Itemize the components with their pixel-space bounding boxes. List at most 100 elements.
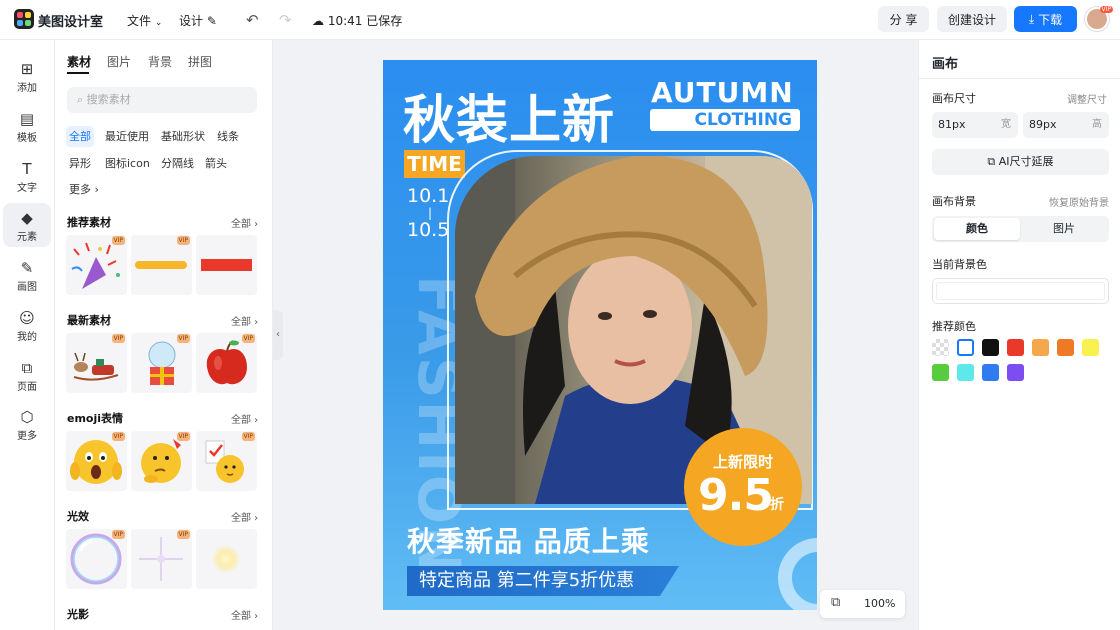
asset-party-popper[interactable]: VIP xyxy=(66,235,127,295)
zoom-level[interactable]: 100% xyxy=(864,597,895,610)
color-swatch[interactable] xyxy=(957,339,974,356)
asset-sparkle[interactable]: VIP xyxy=(131,529,192,589)
section-title-latest: 最新素材 xyxy=(67,314,111,327)
height-input[interactable]: 89px 高 xyxy=(1023,112,1109,138)
undo-icon[interactable]: ↶ xyxy=(246,11,259,29)
seg-image[interactable]: 图片 xyxy=(1021,218,1107,240)
chip-icons[interactable]: 图标icon xyxy=(102,153,153,174)
section-all-recommended[interactable]: 全部 › xyxy=(231,215,258,230)
asset-sleigh[interactable]: VIP xyxy=(66,333,127,393)
rail-item-template[interactable]: ▤ 模板 xyxy=(3,104,51,148)
asset-red-bar[interactable] xyxy=(196,235,257,295)
rail-item-text[interactable]: T 文字 xyxy=(3,154,51,198)
color-swatch[interactable] xyxy=(957,364,974,381)
section-all-latest[interactable]: 全部 › xyxy=(231,313,258,328)
download-button[interactable]: ⤓ 下载 xyxy=(1014,6,1077,32)
text-icon: T xyxy=(22,160,32,178)
discount-badge[interactable]: 上新限时 9.5 折 xyxy=(684,428,802,546)
poster-promo[interactable]: 特定商品 第二件享5折优惠 xyxy=(407,566,679,596)
asset-emoji-scared[interactable]: VIP xyxy=(66,431,127,491)
chip-recent[interactable]: 最近使用 xyxy=(102,126,152,147)
canvas-poster[interactable]: 秋装上新 AUTUMN CLOTHING TIME 10.1 | 10.5 FA… xyxy=(383,60,817,610)
search-input[interactable]: ⌕ 搜索素材 xyxy=(67,87,257,113)
color-swatch[interactable] xyxy=(1007,364,1024,381)
tab-collage[interactable]: 拼图 xyxy=(188,53,212,70)
section-all-emoji[interactable]: 全部 › xyxy=(231,411,258,426)
chip-dividers[interactable]: 分隔线 xyxy=(158,153,197,174)
zoom-control[interactable]: ⧉ 100% xyxy=(820,590,905,618)
app-logo-icon[interactable] xyxy=(14,9,34,29)
ai-resize-icon: ⧉ xyxy=(987,155,996,168)
chevron-left-icon: ‹ xyxy=(276,329,280,340)
file-menu[interactable]: 文件 ⌄ xyxy=(127,12,162,29)
vip-badge: VIP xyxy=(241,432,255,441)
asset-bubble[interactable]: VIP xyxy=(66,529,127,589)
discount-badge-unit: 折 xyxy=(770,497,784,513)
poster-slogan[interactable]: 秋季新品 品质上乘 xyxy=(407,520,650,560)
color-swatch[interactable] xyxy=(1032,339,1049,356)
page-add-icon: ⧉ xyxy=(21,359,33,377)
color-swatch[interactable] xyxy=(982,339,999,356)
color-swatch[interactable] xyxy=(1082,339,1099,356)
color-swatch[interactable] xyxy=(1057,339,1074,356)
section-all-light-shadow[interactable]: 全部 › xyxy=(231,607,258,622)
restore-bg-link[interactable]: 恢复原始背景 xyxy=(1049,194,1109,209)
canvas-size-label: 画布尺寸 xyxy=(932,92,976,105)
section-title-light-effects: 光效 xyxy=(67,510,89,523)
save-status: ☁ 10:41 已保存 xyxy=(312,14,403,28)
app-name[interactable]: 美图设计室 xyxy=(38,11,103,30)
rail-item-mine[interactable]: ☺ 我的 xyxy=(3,303,51,347)
decorative-ring[interactable] xyxy=(778,538,817,610)
asset-apple[interactable]: VIP xyxy=(196,333,257,393)
share-button[interactable]: 分 享 xyxy=(878,6,929,32)
chip-more[interactable]: 更多 › xyxy=(66,179,102,200)
collapse-panel-handle[interactable]: ‹ xyxy=(273,310,283,360)
color-swatch[interactable] xyxy=(1007,339,1024,356)
top-bar: 美图设计室 文件 ⌄ 设计 ✎ ↶ ↷ ☁ 10:41 已保存 分 享 创建设计… xyxy=(0,0,1120,40)
color-swatch[interactable] xyxy=(932,364,949,381)
layers-icon[interactable]: ⧉ xyxy=(831,595,840,610)
rail-item-add[interactable]: ⊞ 添加 xyxy=(3,54,51,98)
ai-size-extend-button[interactable]: ⧉ AI尺寸延展 xyxy=(932,149,1109,175)
create-design-button[interactable]: 创建设计 xyxy=(937,6,1007,32)
vip-badge: VIP xyxy=(176,530,190,539)
avatar[interactable]: VIP xyxy=(1085,6,1113,31)
chip-all[interactable]: 全部 xyxy=(66,126,94,147)
seg-color[interactable]: 颜色 xyxy=(934,218,1020,240)
poster-time-badge[interactable]: TIME xyxy=(404,150,465,178)
chip-basic-shapes[interactable]: 基础形状 xyxy=(158,126,208,147)
tab-images[interactable]: 图片 xyxy=(107,53,131,70)
asset-brush-stroke[interactable]: VIP xyxy=(131,235,192,295)
section-all-light-effects[interactable]: 全部 › xyxy=(231,509,258,524)
asset-glow[interactable] xyxy=(196,529,257,589)
rail-item-elements[interactable]: ◆ 元素 xyxy=(3,203,51,247)
poster-clothing[interactable]: CLOTHING xyxy=(650,109,800,131)
adjust-size-link[interactable]: 调整尺寸 xyxy=(1067,91,1107,106)
rail-item-more[interactable]: ⬡ 更多 xyxy=(3,402,51,446)
asset-snow-globe[interactable]: VIP xyxy=(131,333,192,393)
poster-date-end[interactable]: 10.5 xyxy=(407,219,449,241)
color-swatch[interactable] xyxy=(982,364,999,381)
poster-date-start[interactable]: 10.1 xyxy=(407,185,449,207)
chip-lines[interactable]: 线条 xyxy=(214,126,242,147)
rail-item-draw[interactable]: ✎ 画图 xyxy=(3,253,51,297)
chip-arrows[interactable]: 箭头 xyxy=(202,153,230,174)
vip-badge: VIP xyxy=(176,432,190,441)
color-swatch[interactable] xyxy=(932,339,949,356)
width-input[interactable]: 81px 宽 xyxy=(932,112,1018,138)
redo-icon[interactable]: ↷ xyxy=(279,11,292,29)
chip-irregular[interactable]: 异形 xyxy=(66,153,94,174)
tab-backgrounds[interactable]: 背景 xyxy=(148,53,172,70)
asset-emoji-checklist[interactable]: VIP xyxy=(196,431,257,491)
asset-emoji-thinking[interactable]: VIP xyxy=(131,431,192,491)
vip-badge: VIP xyxy=(111,236,125,245)
design-menu[interactable]: 设计 ✎ xyxy=(179,12,217,29)
draw-icon: ✎ xyxy=(20,259,34,277)
rail-item-page[interactable]: ⧉ 页面 xyxy=(3,353,51,397)
tool-rail: ⊞ 添加 ▤ 模板 T 文字 ◆ 元素 ✎ 画图 ☺ 我的 ⧉ 页面 ⬡ 更多 xyxy=(0,40,55,630)
poster-autumn[interactable]: AUTUMN xyxy=(651,76,794,109)
current-bg-color-field[interactable] xyxy=(932,278,1109,304)
discount-badge-title: 上新限时 xyxy=(712,453,773,471)
poster-title[interactable]: 秋装上新 xyxy=(403,78,615,153)
tab-materials[interactable]: 素材 xyxy=(67,53,91,70)
